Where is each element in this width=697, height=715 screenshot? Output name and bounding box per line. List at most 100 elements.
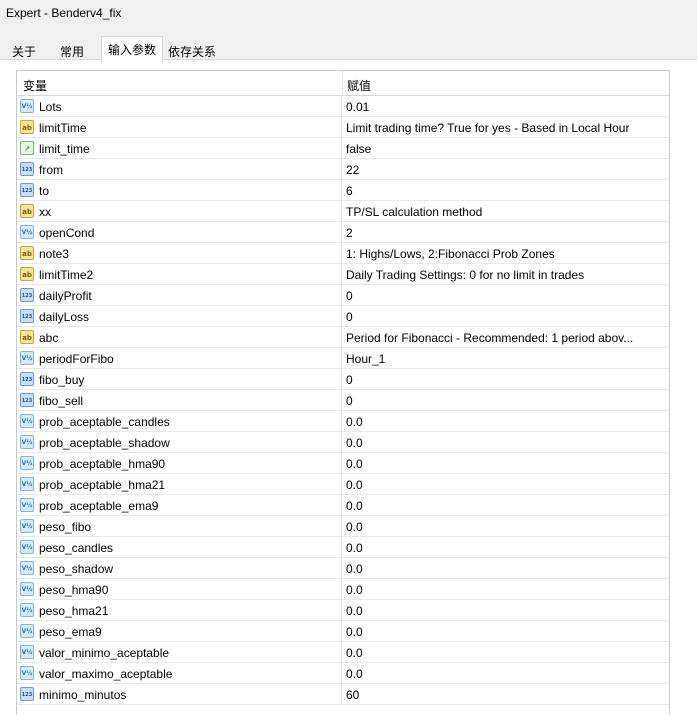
table-row[interactable]: 123 fibo_buy 0	[17, 369, 669, 390]
variable-value[interactable]: Limit trading time? True for yes - Based…	[346, 121, 629, 135]
table-row[interactable]: V½ openCond 2	[17, 222, 669, 243]
value-cell[interactable]: 0.0	[343, 474, 669, 494]
variable-cell[interactable]: V½ prob_aceptable_ema9	[17, 495, 342, 515]
header-variable[interactable]: 变量	[23, 77, 47, 94]
value-cell[interactable]: 0.0	[343, 621, 669, 641]
variable-value[interactable]: 22	[346, 163, 359, 177]
variable-cell[interactable]: ↗ limit_time	[17, 138, 342, 158]
value-cell[interactable]: Daily Trading Settings: 0 for no limit i…	[343, 264, 669, 284]
value-cell[interactable]: 0	[343, 306, 669, 326]
table-row[interactable]: V½ periodForFibo Hour_1	[17, 348, 669, 369]
variable-cell[interactable]: V½ peso_ema9	[17, 621, 342, 641]
table-row[interactable]: 123 fibo_sell 0	[17, 390, 669, 411]
variable-value[interactable]: 0	[346, 310, 353, 324]
variable-cell[interactable]: ab xx	[17, 201, 342, 221]
variable-value[interactable]: 0.0	[346, 457, 363, 471]
variable-value[interactable]: 0.0	[346, 667, 363, 681]
variable-value[interactable]: 0.0	[346, 541, 363, 555]
variable-value[interactable]: 0.0	[346, 583, 363, 597]
variable-value[interactable]: Period for Fibonacci - Recommended: 1 pe…	[346, 331, 633, 345]
table-row[interactable]: 123 dailyProfit 0	[17, 285, 669, 306]
value-cell[interactable]: 0.01	[343, 96, 669, 116]
variable-value[interactable]: TP/SL calculation method	[346, 205, 482, 219]
value-cell[interactable]: 6	[343, 180, 669, 200]
tab-inputs[interactable]: 输入参数	[101, 36, 163, 62]
table-row[interactable]: V½ prob_aceptable_ema9 0.0	[17, 495, 669, 516]
value-cell[interactable]: 0.0	[343, 558, 669, 578]
variable-cell[interactable]: V½ prob_aceptable_hma90	[17, 453, 342, 473]
header-separator[interactable]	[342, 71, 343, 96]
variable-value[interactable]: 0.0	[346, 520, 363, 534]
table-row[interactable]: 123 minimo_minutos 60	[17, 684, 669, 705]
value-cell[interactable]: false	[343, 138, 669, 158]
table-row[interactable]: V½ peso_candles 0.0	[17, 537, 669, 558]
variable-cell[interactable]: V½ prob_aceptable_shadow	[17, 432, 342, 452]
variable-value[interactable]: 0.0	[346, 499, 363, 513]
variable-value[interactable]: 6	[346, 184, 353, 198]
table-row[interactable]: V½ prob_aceptable_shadow 0.0	[17, 432, 669, 453]
variable-value[interactable]: Daily Trading Settings: 0 for no limit i…	[346, 268, 584, 282]
table-row[interactable]: ab limitTime Limit trading time? True for …	[17, 117, 669, 138]
variable-cell[interactable]: ab abc	[17, 327, 342, 347]
value-cell[interactable]: 0.0	[343, 432, 669, 452]
table-row[interactable]: ab abc Period for Fibonacci - Recommended:…	[17, 327, 669, 348]
table-row[interactable]: ab xx TP/SL calculation method	[17, 201, 669, 222]
variable-cell[interactable]: V½ openCond	[17, 222, 342, 242]
variable-cell[interactable]: V½ peso_fibo	[17, 516, 342, 536]
value-cell[interactable]: 0.0	[343, 537, 669, 557]
variable-cell[interactable]: V½ peso_hma21	[17, 600, 342, 620]
table-row[interactable]: 123 dailyLoss 0	[17, 306, 669, 327]
value-cell[interactable]: 0.0	[343, 495, 669, 515]
table-row[interactable]: ↗ limit_time false	[17, 138, 669, 159]
variable-value[interactable]: 0	[346, 394, 353, 408]
table-row[interactable]: V½ prob_aceptable_hma90 0.0	[17, 453, 669, 474]
variable-value[interactable]: 0.0	[346, 478, 363, 492]
variable-value[interactable]: 0.0	[346, 625, 363, 639]
table-row[interactable]: V½ prob_aceptable_candles 0.0	[17, 411, 669, 432]
variable-cell[interactable]: V½ peso_shadow	[17, 558, 342, 578]
variable-cell[interactable]: V½ prob_aceptable_candles	[17, 411, 342, 431]
table-row[interactable]: V½ peso_ema9 0.0	[17, 621, 669, 642]
variable-cell[interactable]: 123 from	[17, 159, 342, 179]
variable-cell[interactable]: V½ valor_minimo_aceptable	[17, 642, 342, 662]
variable-cell[interactable]: 123 dailyLoss	[17, 306, 342, 326]
table-row[interactable]: ab limitTime2 Daily Trading Settings: 0 fo…	[17, 264, 669, 285]
variable-value[interactable]: 60	[346, 688, 359, 702]
tab-about[interactable]: 关于	[4, 38, 44, 60]
value-cell[interactable]: 0.0	[343, 642, 669, 662]
table-row[interactable]: V½ valor_maximo_aceptable 0.0	[17, 663, 669, 684]
variable-cell[interactable]: 123 minimo_minutos	[17, 684, 342, 704]
variable-cell[interactable]: ab limitTime2	[17, 264, 342, 284]
value-cell[interactable]: 0	[343, 285, 669, 305]
value-cell[interactable]: 1: Highs/Lows, 2:Fibonacci Prob Zones	[343, 243, 669, 263]
value-cell[interactable]: 0	[343, 390, 669, 410]
table-row[interactable]: V½ peso_hma21 0.0	[17, 600, 669, 621]
variable-value[interactable]: 1: Highs/Lows, 2:Fibonacci Prob Zones	[346, 247, 555, 261]
value-cell[interactable]: 60	[343, 684, 669, 704]
variable-cell[interactable]: V½ peso_hma90	[17, 579, 342, 599]
variable-value[interactable]: 2	[346, 226, 353, 240]
variable-value[interactable]: false	[346, 142, 371, 156]
tab-dependencies[interactable]: 依存关系	[163, 38, 221, 60]
header-value[interactable]: 赋值	[347, 77, 371, 94]
variable-cell[interactable]: V½ valor_maximo_aceptable	[17, 663, 342, 683]
value-cell[interactable]: Period for Fibonacci - Recommended: 1 pe…	[343, 327, 669, 347]
value-cell[interactable]: 0.0	[343, 579, 669, 599]
variable-value[interactable]: 0.0	[346, 604, 363, 618]
variable-value[interactable]: 0.0	[346, 646, 363, 660]
variable-value[interactable]: 0.01	[346, 100, 369, 114]
table-row[interactable]: V½ valor_minimo_aceptable 0.0	[17, 642, 669, 663]
variable-cell[interactable]: V½ peso_candles	[17, 537, 342, 557]
value-cell[interactable]: 0.0	[343, 516, 669, 536]
table-row[interactable]: V½ peso_hma90 0.0	[17, 579, 669, 600]
value-cell[interactable]: TP/SL calculation method	[343, 201, 669, 221]
value-cell[interactable]: 0	[343, 369, 669, 389]
table-row[interactable]: V½ peso_fibo 0.0	[17, 516, 669, 537]
variable-cell[interactable]: V½ prob_aceptable_hma21	[17, 474, 342, 494]
variable-cell[interactable]: V½ periodForFibo	[17, 348, 342, 368]
value-cell[interactable]: 2	[343, 222, 669, 242]
value-cell[interactable]: 22	[343, 159, 669, 179]
variable-cell[interactable]: V½ Lots	[17, 96, 342, 116]
variable-value[interactable]: Hour_1	[346, 352, 385, 366]
tab-common[interactable]: 常用	[50, 38, 94, 60]
